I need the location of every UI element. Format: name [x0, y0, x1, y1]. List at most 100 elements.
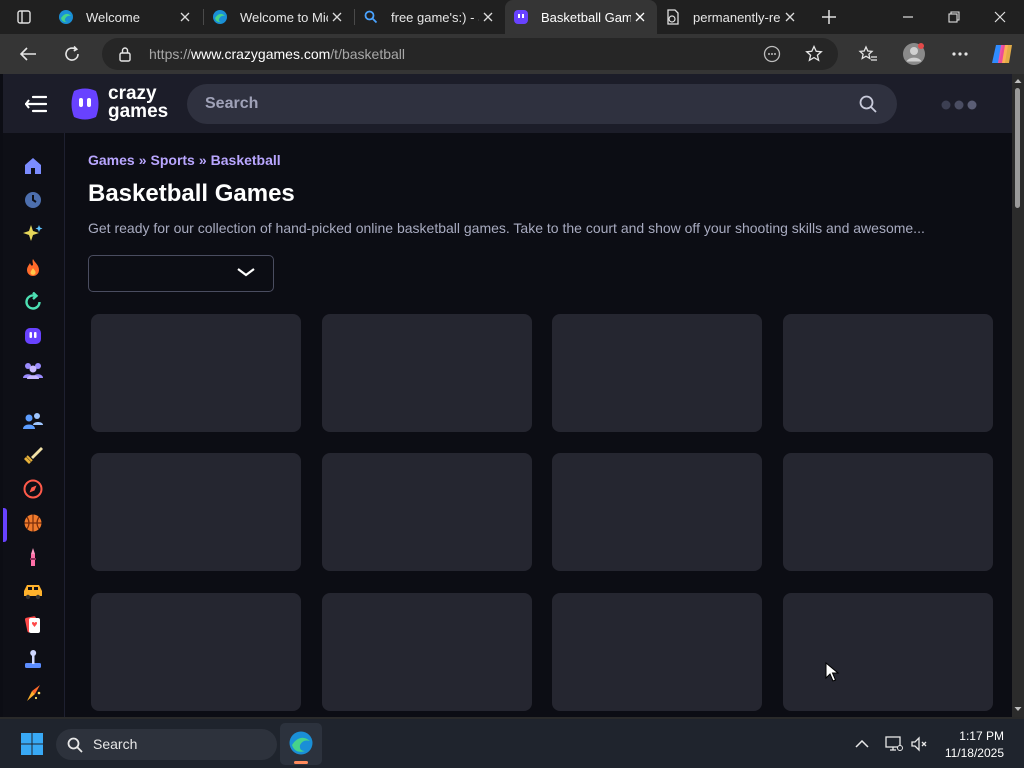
adventure-icon — [23, 479, 43, 499]
restore-icon — [948, 11, 960, 23]
sidebar-item-card[interactable] — [20, 612, 46, 638]
trending-icon — [27, 259, 39, 276]
scroll-down-icon[interactable] — [1012, 704, 1024, 714]
sidebar-item-adventure[interactable] — [20, 476, 46, 502]
browser-tab-welcome-to-microsoft[interactable]: Welcome to Mic — [204, 0, 354, 34]
active-app-indicator — [294, 761, 308, 764]
sidebar-item-clicker[interactable] — [20, 680, 46, 706]
browser-tab-welcome[interactable]: Welcome — [50, 0, 202, 34]
address-bar[interactable]: https://www.crazygames.com/t/basketball — [102, 38, 838, 70]
sidebar-item-multiplayer[interactable] — [20, 357, 46, 383]
refresh-button[interactable] — [56, 38, 88, 70]
tab-title: Welcome to Mic — [240, 9, 328, 25]
more-horizontal-icon — [952, 52, 968, 56]
sidebar-item-basketball[interactable] — [20, 510, 46, 536]
site-search-input[interactable]: Search — [187, 84, 897, 124]
lock-icon[interactable] — [118, 46, 132, 62]
two-player-icon — [23, 413, 43, 429]
clock-time[interactable]: 1:17 PM — [959, 729, 1004, 743]
sidebar-item-originals[interactable] — [20, 323, 46, 349]
sidebar-item-car[interactable] — [20, 578, 46, 604]
close-window-button[interactable] — [984, 1, 1016, 33]
page-scrollbar[interactable] — [1012, 74, 1024, 717]
volume-button[interactable] — [903, 728, 935, 760]
favorite-star-icon[interactable] — [805, 45, 823, 63]
game-tile-placeholder[interactable] — [322, 314, 532, 432]
scroll-up-icon[interactable] — [1012, 76, 1024, 86]
minimize-button[interactable] — [892, 1, 924, 33]
show-hidden-icons-button[interactable] — [846, 728, 878, 760]
crazygames-logo[interactable]: crazy games — [68, 84, 178, 123]
sidebar-item-two-player[interactable] — [20, 408, 46, 434]
game-tile-placeholder[interactable] — [783, 453, 993, 571]
close-tab-icon[interactable] — [631, 8, 649, 26]
sidebar-item-beauty[interactable] — [20, 544, 46, 570]
browser-tab-permanently-renamed[interactable]: permanently-ren — [657, 0, 807, 34]
settings-more-button[interactable] — [944, 38, 976, 70]
back-button[interactable] — [12, 38, 44, 70]
game-tile-placeholder[interactable] — [322, 593, 532, 711]
search-icon — [67, 737, 83, 753]
restore-button[interactable] — [938, 1, 970, 33]
clock-date[interactable]: 11/18/2025 — [945, 746, 1004, 760]
game-tile-placeholder[interactable] — [91, 453, 301, 571]
sidebar-item-action[interactable] — [20, 442, 46, 468]
close-icon — [994, 11, 1006, 23]
web-page: crazy games Search Games » Sports » Bask… — [3, 74, 1012, 717]
browser-toolbar: https://www.crazygames.com/t/basketball — [0, 34, 1024, 74]
game-tile-placeholder[interactable] — [322, 453, 532, 571]
browser-tab-strip: Welcome Welcome to Mic free game's:) - S… — [0, 0, 1024, 34]
close-tab-icon[interactable] — [328, 8, 346, 26]
game-tile-placeholder[interactable] — [91, 314, 301, 432]
scrollbar-thumb[interactable] — [1015, 88, 1020, 208]
originals-icon — [25, 328, 41, 344]
menu-toggle-button[interactable] — [20, 88, 52, 120]
close-tab-icon[interactable] — [176, 8, 194, 26]
tab-title: Welcome — [86, 9, 140, 25]
breadcrumb-basketball-link[interactable]: Basketball — [211, 152, 281, 168]
new-tab-button[interactable] — [813, 1, 845, 33]
mouse-cursor-icon — [825, 662, 839, 682]
minimize-icon — [903, 16, 913, 18]
game-tile-placeholder[interactable] — [91, 593, 301, 711]
chevron-down-icon — [237, 268, 255, 277]
sidebar-item-updated[interactable] — [20, 289, 46, 315]
read-aloud-icon[interactable] — [763, 45, 781, 63]
tab-actions-button[interactable] — [8, 1, 40, 33]
sidebar-item-home[interactable] — [20, 153, 46, 179]
game-tile-placeholder[interactable] — [552, 314, 762, 432]
sort-dropdown[interactable] — [88, 255, 274, 292]
game-tile-placeholder[interactable] — [552, 453, 762, 571]
taskbar-edge-button[interactable] — [280, 723, 322, 765]
browser-tab-free-games-search[interactable]: free game's:) - Se — [355, 0, 505, 34]
edge-icon — [289, 731, 313, 755]
sidebar-item-casual[interactable] — [20, 646, 46, 672]
arrow-left-icon — [19, 47, 36, 61]
favorites-button[interactable] — [852, 38, 884, 70]
profile-button[interactable] — [898, 38, 930, 70]
start-button[interactable] — [16, 728, 48, 760]
sidebar-item-new[interactable] — [20, 221, 46, 247]
game-tile-placeholder[interactable] — [783, 593, 993, 711]
loading-dots-icon — [941, 100, 977, 110]
sidebar-item-trending[interactable] — [20, 255, 46, 281]
copilot-button[interactable] — [986, 38, 1018, 70]
edge-icon — [212, 9, 228, 25]
tab-title: permanently-ren — [693, 9, 781, 25]
favorites-icon — [858, 45, 877, 61]
browser-tab-basketball-games[interactable]: Basketball Game — [505, 0, 657, 34]
beauty-icon — [30, 548, 36, 566]
chevron-up-icon — [855, 740, 869, 748]
close-tab-icon[interactable] — [479, 8, 497, 26]
casual-icon — [25, 650, 41, 668]
breadcrumb-separator: » — [198, 152, 207, 168]
search-icon[interactable] — [859, 95, 877, 113]
breadcrumb-sports-link[interactable]: Sports — [151, 152, 195, 168]
taskbar-search-box[interactable]: Search — [56, 729, 277, 760]
game-tile-placeholder[interactable] — [552, 593, 762, 711]
close-tab-icon[interactable] — [781, 8, 799, 26]
game-tile-placeholder[interactable] — [783, 314, 993, 432]
plus-icon — [822, 10, 836, 24]
breadcrumb-games-link[interactable]: Games — [88, 152, 135, 168]
sidebar-item-recent[interactable] — [20, 187, 46, 213]
